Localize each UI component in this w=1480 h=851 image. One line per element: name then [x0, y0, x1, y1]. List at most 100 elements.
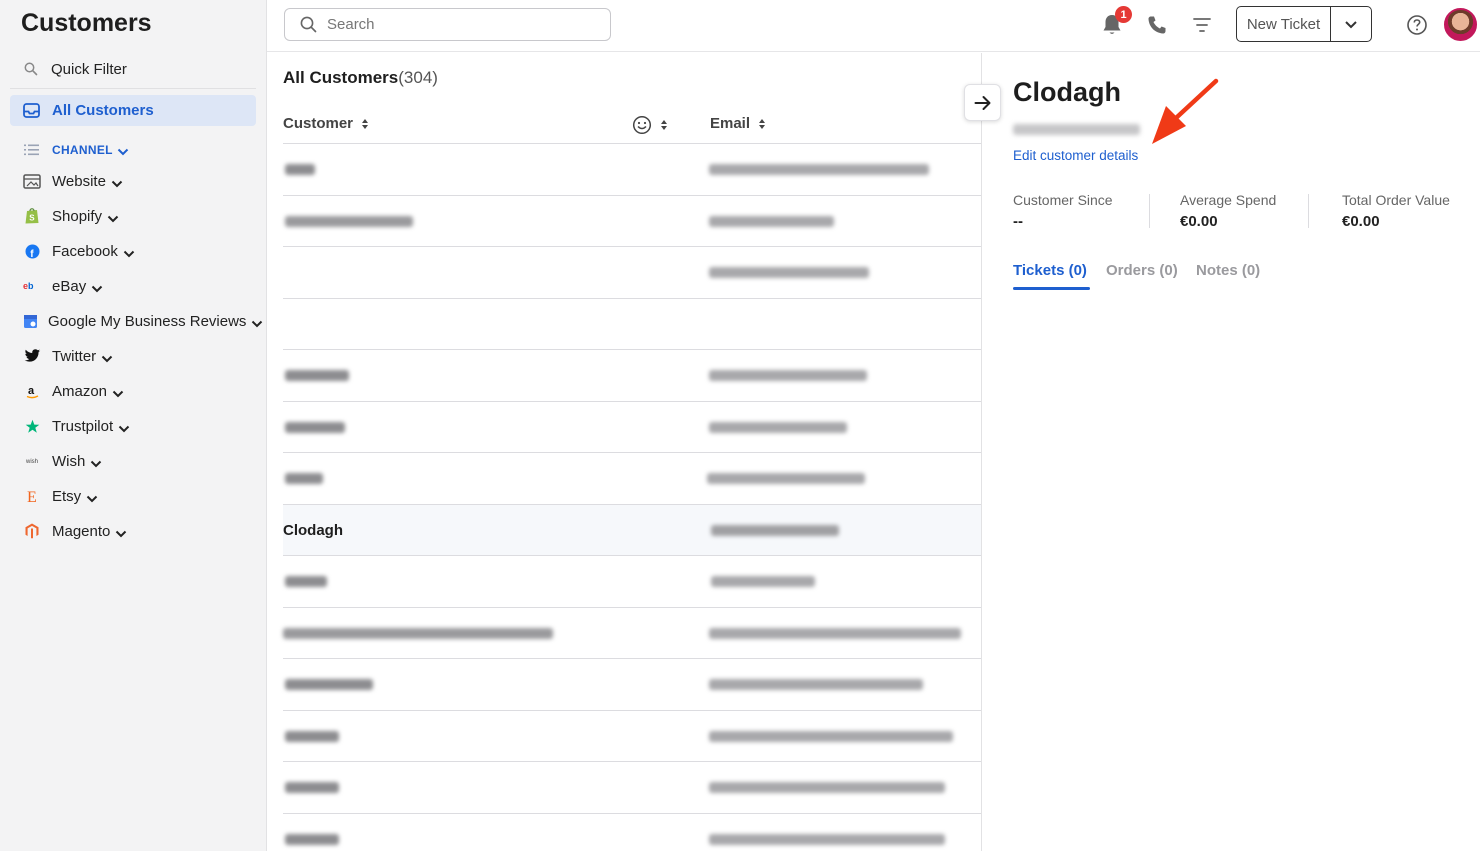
table-row[interactable]	[283, 196, 981, 247]
chevron-down-icon	[118, 425, 130, 432]
sidebar-item-magento[interactable]: Magento	[22, 519, 127, 543]
redacted-name	[285, 576, 327, 588]
customer-rows: Clodagh	[283, 144, 981, 851]
redacted-email	[709, 215, 834, 227]
sidebar-item-label: Shopify	[52, 207, 103, 225]
sidebar-item-wish[interactable]: wish Wish	[22, 449, 102, 473]
smiley-icon	[632, 115, 652, 135]
customer-list-panel: All Customers(304) Customer Email Clodag…	[267, 53, 981, 851]
chevron-down-icon	[107, 215, 119, 222]
new-ticket-button[interactable]: New Ticket	[1237, 7, 1331, 41]
customer-name: Clodagh	[283, 521, 343, 539]
edit-customer-details-link[interactable]: Edit customer details	[1013, 148, 1138, 163]
search-box[interactable]	[284, 8, 611, 41]
table-row[interactable]: Clodagh	[283, 504, 981, 556]
sidebar-item-google-my-business-reviews[interactable]: Google My Business Reviews	[20, 309, 263, 333]
sidebar-item-all-customers[interactable]: All Customers	[10, 95, 256, 126]
column-header-email[interactable]: Email	[710, 115, 766, 132]
stat-total-order-value: Total Order Value €0.00	[1342, 192, 1450, 230]
table-row[interactable]	[283, 711, 981, 762]
amazon-icon: a	[22, 381, 42, 401]
sort-icon	[661, 120, 667, 130]
redacted-name	[285, 473, 323, 485]
sidebar-item-twitter[interactable]: Twitter	[22, 344, 113, 368]
sidebar-item-trustpilot[interactable]: Trustpilot	[22, 414, 130, 438]
chevron-down-icon	[101, 355, 113, 362]
tab-notes[interactable]: Notes (0)	[1196, 262, 1260, 279]
table-row[interactable]	[283, 350, 981, 402]
table-header: Customer Email	[283, 111, 981, 144]
twitter-icon	[22, 346, 42, 366]
search-input[interactable]	[327, 16, 587, 33]
sidebar-item-label: Amazon	[52, 382, 108, 400]
shopify-icon: S	[22, 206, 42, 226]
redacted-name	[285, 782, 339, 794]
table-row[interactable]	[283, 402, 981, 453]
customer-detail-panel: Clodagh Edit customer details Customer S…	[981, 53, 1480, 851]
redacted-name	[285, 833, 339, 845]
sidebar-item-amazon[interactable]: a Amazon	[22, 379, 124, 403]
column-header-sentiment[interactable]	[632, 115, 668, 135]
redacted-name	[285, 215, 413, 227]
sidebar-item-shopify[interactable]: S Shopify	[22, 204, 119, 228]
tab-tickets[interactable]: Tickets (0)	[1013, 262, 1087, 279]
stat-average-spend: Average Spend €0.00	[1180, 192, 1276, 230]
inbox-icon	[23, 103, 40, 118]
new-ticket-dropdown-button[interactable]	[1331, 7, 1371, 41]
sidebar-item-label: Facebook	[52, 242, 118, 260]
svg-text:wish: wish	[25, 459, 38, 465]
sidebar-item-label: Twitter	[52, 347, 97, 365]
sidebar-title: Customers	[21, 9, 152, 37]
stat-value: €0.00	[1342, 213, 1380, 230]
table-row[interactable]	[283, 299, 981, 350]
quick-filter[interactable]: Quick Filter	[24, 58, 127, 80]
help-icon[interactable]	[1406, 14, 1428, 36]
redacted-email	[709, 782, 945, 794]
arrow-right-icon	[974, 95, 990, 110]
filter-icon[interactable]	[1191, 15, 1213, 35]
redacted-email	[709, 164, 929, 176]
channel-header-label: CHANNEL	[52, 143, 113, 157]
search-icon	[24, 62, 38, 76]
new-ticket-split-button: New Ticket	[1236, 6, 1372, 42]
customer-stats: Customer Since -- Average Spend €0.00 To…	[1013, 192, 1473, 232]
table-row[interactable]	[283, 556, 981, 608]
sidebar-item-etsy[interactable]: E Etsy	[22, 484, 98, 508]
stat-value: €0.00	[1180, 213, 1218, 230]
website-icon	[22, 171, 42, 191]
stat-customer-since: Customer Since --	[1013, 192, 1113, 230]
sidebar-item-label: Website	[52, 172, 106, 190]
sidebar-item-website[interactable]: Website	[22, 169, 123, 193]
channel-header[interactable]: CHANNEL	[24, 140, 129, 160]
phone-icon[interactable]	[1146, 14, 1168, 36]
active-tab-indicator	[1013, 287, 1090, 290]
table-row[interactable]	[283, 247, 981, 299]
chevron-down-icon	[123, 250, 135, 257]
redacted-name	[285, 164, 315, 176]
notification-badge: 1	[1115, 6, 1132, 23]
stat-divider	[1308, 194, 1309, 228]
column-header-customer[interactable]: Customer	[283, 115, 369, 132]
table-row[interactable]	[283, 144, 981, 196]
sidebar-item-ebay[interactable]: eb eBay	[22, 274, 103, 298]
table-row[interactable]	[283, 659, 981, 711]
table-row[interactable]	[283, 762, 981, 814]
sidebar-item-label: eBay	[52, 277, 87, 295]
stat-value: --	[1013, 213, 1023, 230]
redacted-email	[709, 833, 945, 845]
table-row[interactable]	[283, 814, 981, 851]
tab-orders[interactable]: Orders (0)	[1106, 262, 1178, 279]
sidebar-item-facebook[interactable]: f Facebook	[22, 239, 135, 263]
table-row[interactable]	[283, 608, 981, 659]
table-row[interactable]	[283, 453, 981, 505]
user-avatar[interactable]	[1444, 8, 1477, 41]
sidebar-divider	[10, 88, 256, 89]
stat-divider	[1149, 194, 1150, 228]
chevron-down-icon	[116, 530, 127, 537]
chevron-down-icon	[1345, 20, 1357, 28]
chevron-down-icon	[91, 460, 102, 467]
svg-text:eb: eb	[23, 281, 34, 291]
sidebar-item-label: All Customers	[52, 102, 154, 119]
collapse-panel-button[interactable]	[964, 84, 1001, 121]
wish-icon: wish	[22, 451, 42, 471]
